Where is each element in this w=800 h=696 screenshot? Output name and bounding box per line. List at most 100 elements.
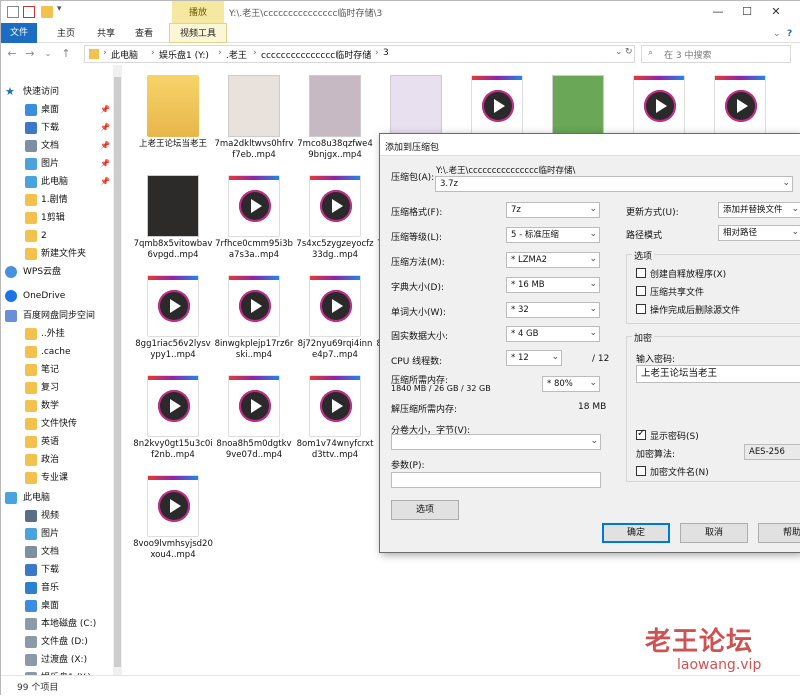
- file-item[interactable]: 7qmb8x5vitowbav6vpgd..mp4: [133, 167, 213, 262]
- format-select[interactable]: 7z ⌄: [506, 202, 600, 218]
- nav-baidu-item[interactable]: 英语: [1, 433, 113, 451]
- mem-percent-select[interactable]: * 80% ⌄: [542, 376, 600, 392]
- file-item[interactable]: 8gg1riac56v2lysvypy1..mp4: [133, 267, 213, 362]
- nav-item[interactable]: 此电脑 📌: [1, 173, 113, 191]
- nav-item[interactable]: 2: [1, 227, 113, 245]
- file-item[interactable]: 8n2kvy0gt15u3c0if2nb..mp4: [133, 367, 213, 462]
- update-select[interactable]: 添加并替换文件 ⌄: [718, 202, 800, 218]
- crumb-drive-y[interactable]: 娱乐盘1 (Y:): [159, 48, 209, 61]
- tab-video-tools[interactable]: 视频工具: [169, 23, 227, 43]
- ok-button[interactable]: 确定: [602, 523, 670, 543]
- help-button[interactable]: 帮助: [758, 523, 800, 543]
- nav-pc-item[interactable]: 图片: [1, 525, 113, 543]
- nav-item[interactable]: 1.剧情: [1, 191, 113, 209]
- nav-baidu-item[interactable]: 数学: [1, 397, 113, 415]
- options-button[interactable]: 选项: [391, 500, 459, 520]
- nav-item[interactable]: 文档 📌: [1, 137, 113, 155]
- nav-quick-access[interactable]: ★ 快速访问: [1, 83, 113, 101]
- tab-home[interactable]: 主页: [53, 26, 79, 42]
- method-select[interactable]: * LZMA2 ⌄: [506, 252, 600, 268]
- pin-icon[interactable]: 📌: [100, 101, 110, 119]
- path-mode-select[interactable]: 相对路径 ⌄: [718, 225, 800, 241]
- tab-share[interactable]: 共享: [93, 26, 119, 42]
- search-input[interactable]: ⌕ 在 3 中搜索: [641, 45, 791, 63]
- show-password-checkbox[interactable]: [636, 428, 646, 440]
- nav-pc-item[interactable]: 文档: [1, 543, 113, 561]
- shared-checkbox[interactable]: [636, 286, 646, 296]
- pin-icon[interactable]: 📌: [100, 137, 110, 155]
- file-item[interactable]: 8noa8h5m0dgtkv9ve07d..mp4: [214, 367, 294, 462]
- file-item[interactable]: 7rfhce0cmm95i3ba7s3a..mp4: [214, 167, 294, 262]
- maximize-icon[interactable]: ☐: [734, 3, 760, 21]
- nav-item[interactable]: 图片 📌: [1, 155, 113, 173]
- sfx-checkbox[interactable]: [636, 268, 646, 278]
- encrypt-names-checkbox[interactable]: [636, 466, 646, 476]
- nav-pc-item[interactable]: 文件盘 (D:): [1, 633, 113, 651]
- cpu-select[interactable]: * 12 ⌄: [506, 350, 562, 366]
- crumb-laowang[interactable]: .老王: [226, 48, 247, 61]
- nav-wps-cloud[interactable]: WPS云盘: [1, 263, 113, 281]
- tab-file[interactable]: 文件: [1, 23, 37, 43]
- nav-onedrive[interactable]: OneDrive: [1, 287, 113, 305]
- nav-pc-item[interactable]: 音乐: [1, 579, 113, 597]
- pin-icon[interactable]: 📌: [100, 155, 110, 173]
- cancel-button[interactable]: 取消: [680, 523, 748, 543]
- context-tab-play[interactable]: 播放: [172, 1, 224, 23]
- level-select[interactable]: 5 - 标准压缩 ⌄: [506, 227, 600, 243]
- nav-item[interactable]: 1剪辑: [1, 209, 113, 227]
- close-icon[interactable]: ✕: [763, 3, 789, 21]
- dict-select[interactable]: * 16 MB ⌄: [506, 277, 600, 293]
- file-item[interactable]: 8voo9lvmhsyjsd20xou4..mp4: [133, 467, 213, 562]
- pin-icon[interactable]: 📌: [100, 173, 110, 191]
- file-item[interactable]: 8om1v74wnyfcrxtd3ttv..mp4: [295, 367, 375, 462]
- nav-baidu-item[interactable]: 文件快传: [1, 415, 113, 433]
- archive-name-input[interactable]: 3.7z ⌄: [435, 176, 793, 192]
- nav-baidu-item[interactable]: 专业课: [1, 469, 113, 487]
- address-bar[interactable]: › 此电脑 › 娱乐盘1 (Y:) › .老王 › cccccccccccccc…: [84, 45, 635, 63]
- file-item[interactable]: 7ma2dkltwvs0hfrvf7eb..mp4: [214, 67, 294, 162]
- params-input[interactable]: [391, 472, 601, 488]
- word-select[interactable]: * 32 ⌄: [506, 302, 600, 318]
- properties-icon[interactable]: [23, 6, 35, 18]
- nav-pc-item[interactable]: 过渡盘 (X:): [1, 651, 113, 669]
- crumb-3[interactable]: 3: [383, 48, 389, 58]
- folder-item[interactable]: 上老王论坛当老王: [133, 67, 213, 162]
- solid-select[interactable]: * 4 GB ⌄: [506, 326, 600, 342]
- address-dropdown-icon[interactable]: ⌄: [615, 47, 623, 57]
- file-item[interactable]: 7mco8u38qzfwe49bnjgx..mp4: [295, 67, 375, 162]
- minimize-icon[interactable]: —: [705, 3, 731, 21]
- nav-baidu-sync[interactable]: 百度网盘同步空间: [1, 307, 113, 325]
- password-input[interactable]: 上老王论坛当老王: [636, 365, 800, 383]
- back-arrow-icon[interactable]: ←: [5, 47, 19, 61]
- nav-item[interactable]: 新建文件夹: [1, 245, 113, 263]
- nav-baidu-item[interactable]: .cache: [1, 343, 113, 361]
- enc-method-select[interactable]: AES-256: [744, 444, 800, 460]
- nav-baidu-item[interactable]: 复习: [1, 379, 113, 397]
- nav-item[interactable]: 桌面 📌: [1, 101, 113, 119]
- nav-baidu-item[interactable]: ..外挂: [1, 325, 113, 343]
- nav-pc-item[interactable]: 视频: [1, 507, 113, 525]
- file-item[interactable]: 8j72nyu69rqi4inne4p7..mp4: [295, 267, 375, 362]
- crumb-temp-storage[interactable]: ccccccccccccccc临时存储: [261, 48, 371, 61]
- customize-toolbar-icon[interactable]: ▾: [57, 4, 69, 16]
- file-item[interactable]: 8inwgkplejp17rz6rski..mp4: [214, 267, 294, 362]
- help-icon[interactable]: ?: [783, 26, 796, 42]
- nav-pc-item[interactable]: 本地磁盘 (C:): [1, 615, 113, 633]
- refresh-icon[interactable]: ↻: [625, 47, 633, 57]
- nav-item[interactable]: 下载 📌: [1, 119, 113, 137]
- split-size-select[interactable]: ⌄: [391, 434, 601, 450]
- scrollbar-thumb[interactable]: [114, 77, 121, 667]
- nav-scrollbar[interactable]: [113, 65, 122, 675]
- up-arrow-icon[interactable]: ↑: [59, 47, 73, 61]
- nav-pc-item[interactable]: 下载: [1, 561, 113, 579]
- tab-view[interactable]: 查看: [131, 26, 157, 42]
- recent-locations-icon[interactable]: ⌄: [41, 47, 55, 61]
- file-item[interactable]: 7s4xc5zygzeyocfz33dg..mp4: [295, 167, 375, 262]
- forward-arrow-icon[interactable]: →: [23, 47, 37, 61]
- crumb-this-pc[interactable]: 此电脑: [111, 48, 138, 61]
- quick-access-menu-icon[interactable]: [7, 6, 19, 18]
- nav-this-pc[interactable]: 此电脑: [1, 489, 113, 507]
- nav-pc-item[interactable]: 桌面: [1, 597, 113, 615]
- nav-baidu-item[interactable]: 政治: [1, 451, 113, 469]
- pin-icon[interactable]: 📌: [100, 119, 110, 137]
